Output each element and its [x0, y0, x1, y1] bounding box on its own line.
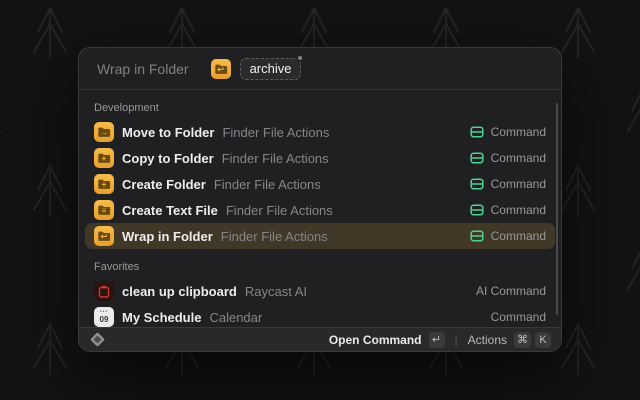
item-accessory: Command — [491, 125, 546, 139]
item-title: Move to Folder — [122, 125, 214, 140]
create-folder-icon: + — [94, 174, 114, 194]
item-subtitle: Finder File Actions — [221, 229, 328, 244]
section-header: Development — [85, 96, 555, 119]
command-icon — [470, 177, 484, 191]
command-icon — [470, 203, 484, 217]
list-item[interactable]: ↩ Wrap in Folder Finder File Actions Comman… — [85, 223, 555, 249]
wrap-symbol: ↩ — [211, 64, 231, 76]
results-list: Development → Move to Folder Finder File Ac… — [79, 90, 561, 352]
list-item[interactable]: + Create Folder Finder File Actions Command — [85, 171, 555, 197]
chip-handle-badge[interactable] — [296, 54, 304, 62]
raycast-window: Wrap in Folder ↩ archive Development → Mov… — [78, 47, 562, 352]
item-title: Wrap in Folder — [122, 229, 213, 244]
item-title: Create Text File — [122, 203, 218, 218]
item-accessory: Command — [491, 203, 546, 217]
list-item[interactable]: → Move to Folder Finder File Actions Comman… — [85, 119, 555, 145]
item-subtitle: Finder File Actions — [222, 151, 329, 166]
command-icon — [470, 125, 484, 139]
item-title: clean up clipboard — [122, 284, 237, 299]
item-subtitle: Finder File Actions — [214, 177, 321, 192]
item-title: Create Folder — [122, 177, 206, 192]
copy-to-folder-icon: + — [94, 148, 114, 168]
item-title: Copy to Folder — [122, 151, 214, 166]
item-subtitle: Finder File Actions — [226, 203, 333, 218]
return-keycap: ↵ — [429, 332, 445, 348]
item-subtitle: Raycast AI — [245, 284, 307, 299]
item-title: My Schedule — [122, 310, 201, 325]
item-accessory: AI Command — [476, 284, 546, 298]
wrap-in-folder-icon: ↩ — [211, 59, 231, 79]
calendar-icon: •••09 — [94, 307, 114, 327]
k-keycap: K — [535, 332, 551, 348]
actions-button[interactable]: Actions — [468, 333, 507, 347]
command-icon — [470, 229, 484, 243]
move-to-folder-icon: → — [94, 122, 114, 142]
wrap-in-folder-icon: ↩ — [94, 226, 114, 246]
open-command-button[interactable]: Open Command — [329, 333, 422, 347]
search-context-label: Wrap in Folder — [97, 61, 189, 77]
item-accessory: Command — [491, 229, 546, 243]
search-bar[interactable]: Wrap in Folder ↩ archive — [79, 48, 561, 90]
item-subtitle: Finder File Actions — [222, 125, 329, 140]
item-accessory: Command — [491, 177, 546, 191]
item-subtitle: Calendar — [209, 310, 262, 325]
list-item[interactable]: ≡ Create Text File Finder File Actions Comm… — [85, 197, 555, 223]
raycast-cursor-icon — [90, 332, 105, 347]
footer-bar: Open Command ↵ | Actions ⌘ K — [79, 327, 561, 351]
footer-divider: | — [455, 333, 458, 347]
list-item[interactable]: + Copy to Folder Finder File Actions Comman… — [85, 145, 555, 171]
scrollbar-thumb[interactable] — [556, 103, 558, 315]
create-text-file-icon: ≡ — [94, 200, 114, 220]
item-accessory: Command — [491, 310, 546, 324]
argument-chip[interactable]: archive — [240, 58, 302, 80]
item-accessory: Command — [491, 151, 546, 165]
command-icon — [470, 151, 484, 165]
section-header: Favorites — [85, 249, 555, 278]
argument-chip-value: archive — [250, 61, 292, 76]
cmd-keycap: ⌘ — [514, 332, 531, 348]
list-item[interactable]: clean up clipboard Raycast AI AI Command — [85, 278, 555, 304]
clipboard-ai-icon — [94, 281, 114, 301]
